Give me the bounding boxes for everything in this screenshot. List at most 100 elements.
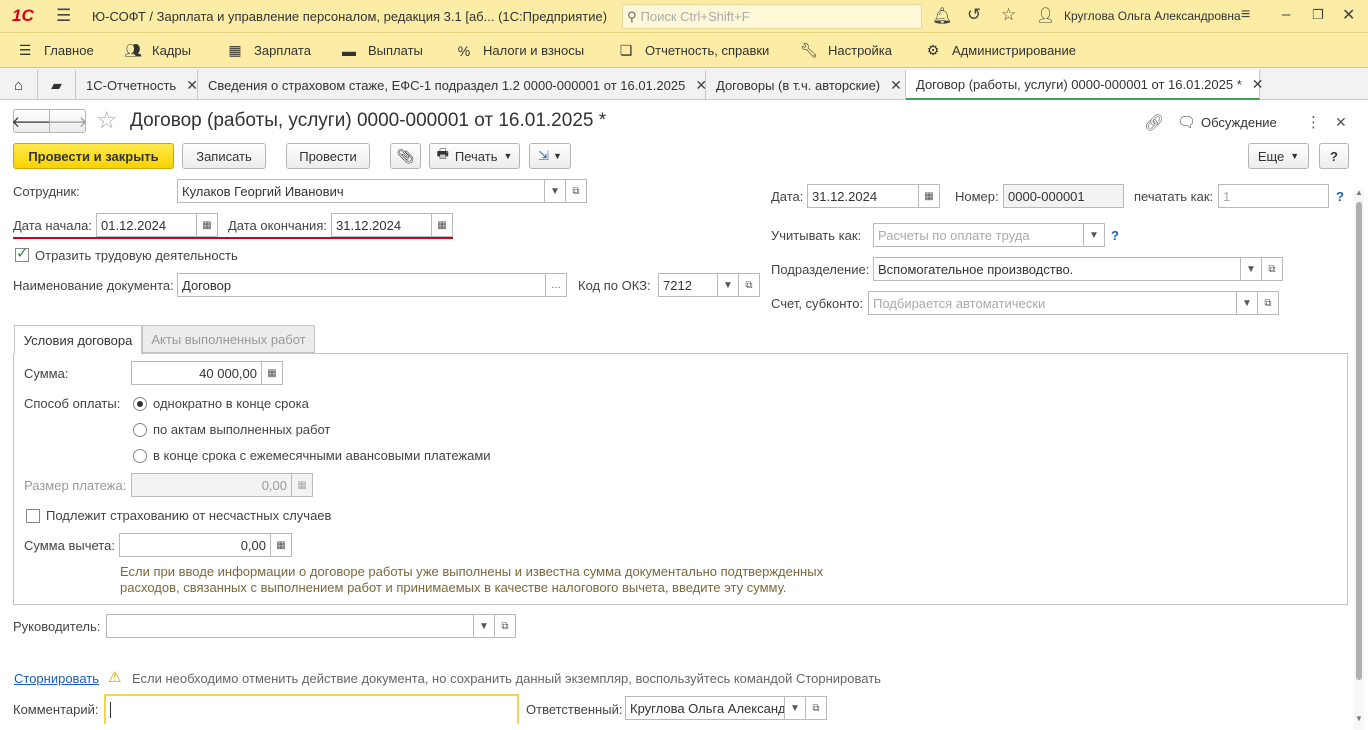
radio-by-acts-label[interactable]: по актам выполненных работ — [153, 422, 330, 437]
radio-once-at-end[interactable] — [133, 397, 147, 411]
insurance-label[interactable]: Подлежит страхованию от несчастных случа… — [46, 508, 331, 523]
start-date-field[interactable]: 01.12.2024 — [96, 213, 198, 237]
subconto-field[interactable]: Подбирается автоматически — [868, 291, 1237, 315]
manager-field[interactable] — [106, 614, 474, 638]
menu-payments[interactable]: ▬ Выплаты — [340, 33, 423, 68]
tab-contracts-list[interactable]: Договоры (в т.ч. авторские) ✕ — [706, 70, 906, 100]
department-dropdown-button[interactable]: ▼ — [1240, 257, 1262, 281]
attach-button[interactable]: 📎︎ — [390, 143, 421, 169]
responsible-open-button[interactable]: ⧉ — [805, 696, 827, 720]
tab-contract-active[interactable]: Договор (работы, услуги) 0000-000001 от … — [906, 70, 1264, 100]
deduction-field[interactable]: 0,00 — [119, 533, 271, 557]
menu-reports[interactable]: ❏ Отчетность, справки — [617, 33, 770, 68]
post-and-close-button[interactable]: Провести и закрыть — [13, 143, 174, 169]
account-as-dropdown-button[interactable]: ▼ — [1083, 223, 1105, 247]
menu-main[interactable]: ☰ Главное — [16, 33, 94, 68]
radio-monthly-advances[interactable] — [133, 449, 147, 463]
favorite-star-icon[interactable]: ☆ — [96, 106, 118, 135]
print-button[interactable]: 🖶 Печать ▼ — [429, 143, 520, 169]
start-date-calendar-button[interactable]: ▦ — [196, 213, 218, 237]
menu-hr[interactable]: 👥︎ Кадры — [124, 33, 191, 68]
okz-field[interactable]: 7212 — [658, 273, 718, 297]
discussion-icon[interactable]: 🗨︎ — [1177, 113, 1196, 131]
okz-dropdown-button[interactable]: ▼ — [717, 273, 739, 297]
radio-once-at-end-label[interactable]: однократно в конце срока — [153, 396, 309, 411]
storno-link[interactable]: Сторнировать — [14, 671, 99, 686]
tab-efs1[interactable]: Сведения о страховом стаже, ЕФС-1 подраз… — [198, 70, 707, 100]
hamburger-icon[interactable]: ☰ — [56, 6, 71, 26]
user-name[interactable]: Круглова Ольга Александровна — [1064, 9, 1241, 23]
user-icon[interactable]: 👤︎ — [1036, 6, 1055, 24]
help-button[interactable]: ? — [1319, 143, 1349, 169]
menu-admin[interactable]: ⚙ Администрирование — [924, 33, 1076, 68]
star-icon[interactable]: ☆ — [1001, 5, 1016, 25]
employee-dropdown-button[interactable]: ▼ — [544, 179, 566, 203]
home-tab[interactable]: ⌂ — [0, 70, 38, 100]
department-field[interactable]: Вспомогательное производство. — [873, 257, 1241, 281]
okz-open-button[interactable]: ⧉ — [738, 273, 760, 297]
reflect-work-checkbox[interactable]: ✓ — [15, 245, 29, 262]
menu-salary[interactable]: ▦ Зарплата — [226, 33, 311, 68]
employee-open-button[interactable]: ⧉ — [565, 179, 587, 203]
minimize-icon[interactable]: – — [1282, 6, 1290, 23]
account-as-field[interactable]: Расчеты по оплате труда — [873, 223, 1084, 247]
end-date-calendar-button[interactable]: ▦ — [431, 213, 453, 237]
global-search[interactable]: ⚲ Поиск Ctrl+Shift+F — [622, 4, 922, 29]
forward-button[interactable]: 🡒 — [47, 109, 88, 133]
responsible-field[interactable]: Круглова Ольга Александ — [625, 696, 785, 720]
number-field[interactable]: 0000-000001 — [1003, 184, 1124, 208]
tab-acts[interactable]: Акты выполненных работ — [142, 325, 315, 353]
subconto-dropdown-button[interactable]: ▼ — [1236, 291, 1258, 315]
settings-list-icon[interactable]: ≡ — [1241, 6, 1250, 24]
radio-by-acts[interactable] — [133, 423, 147, 437]
menu-taxes[interactable]: % Налоги и взносы — [455, 33, 584, 68]
manager-open-button[interactable]: ⧉ — [494, 614, 516, 638]
end-date-field[interactable]: 31.12.2024 — [331, 213, 433, 237]
more-button[interactable]: Еще ▼ — [1248, 143, 1309, 169]
tab-1c-reporting[interactable]: 1С-Отчетность ✕ — [76, 70, 198, 100]
date-calendar-button[interactable]: ▦ — [918, 184, 940, 208]
print-as-help-icon[interactable]: ? — [1336, 189, 1344, 204]
date-field[interactable]: 31.12.2024 — [807, 184, 919, 208]
radio-monthly-advances-label[interactable]: в конце срока с ежемесячными авансовыми … — [153, 448, 491, 463]
sum-calculator-button[interactable]: ▦ — [261, 361, 283, 385]
sum-field[interactable]: 40 000,00 — [131, 361, 262, 385]
chat-tab[interactable]: ▰ — [38, 70, 76, 100]
close-window-icon[interactable]: ✕ — [1342, 5, 1355, 25]
close-icon[interactable]: ✕ — [890, 77, 902, 94]
close-form-icon[interactable]: ✕ — [1335, 114, 1347, 131]
scroll-down-arrow-icon[interactable]: ▼ — [1355, 714, 1363, 723]
close-icon[interactable]: ✕ — [1252, 76, 1264, 93]
back-button[interactable]: 🡐 — [11, 109, 52, 133]
reflect-work-label[interactable]: Отразить трудовую деятельность — [35, 248, 238, 263]
responsible-dropdown-button[interactable]: ▼ — [784, 696, 806, 720]
more-menu-icon[interactable]: ⋮ — [1306, 113, 1321, 131]
account-as-help-icon[interactable]: ? — [1111, 228, 1119, 243]
deduction-calculator-button[interactable]: ▦ — [270, 533, 292, 557]
history-icon[interactable]: ↺ — [967, 5, 981, 25]
bell-icon[interactable]: 🔔︎ — [932, 6, 952, 26]
close-icon[interactable]: ✕ — [186, 77, 198, 94]
manager-dropdown-button[interactable]: ▼ — [473, 614, 495, 638]
document-name-select-button[interactable]: … — [545, 273, 567, 297]
arrow-right-icon: 🡒 — [47, 113, 88, 131]
discussion-button[interactable]: Обсуждение — [1201, 115, 1277, 130]
app-logo[interactable]: 1С — [12, 6, 34, 26]
vertical-scrollbar[interactable]: ▲ ▼ — [1354, 188, 1364, 730]
tab-conditions[interactable]: Условия договора — [14, 325, 142, 354]
document-name-field[interactable]: Договор — [177, 273, 546, 297]
save-button[interactable]: Записать — [182, 143, 266, 169]
create-based-on-button[interactable]: ⇲ ▼ — [529, 143, 571, 169]
department-open-button[interactable]: ⧉ — [1261, 257, 1283, 281]
link-icon[interactable]: 🔗︎ — [1144, 113, 1164, 133]
print-as-field[interactable]: 1 — [1218, 184, 1329, 208]
insurance-checkbox[interactable] — [26, 509, 40, 523]
menu-settings[interactable]: 🔧︎ Настройка — [800, 33, 892, 68]
subconto-open-button[interactable]: ⧉ — [1257, 291, 1279, 315]
scroll-up-arrow-icon[interactable]: ▲ — [1355, 188, 1363, 197]
post-button[interactable]: Провести — [286, 143, 370, 169]
employee-field[interactable]: Кулаков Георгий Иванович — [177, 179, 545, 203]
restore-icon[interactable]: ❐ — [1312, 7, 1324, 23]
comment-field[interactable] — [104, 694, 519, 724]
scrollbar-thumb[interactable] — [1356, 202, 1362, 680]
